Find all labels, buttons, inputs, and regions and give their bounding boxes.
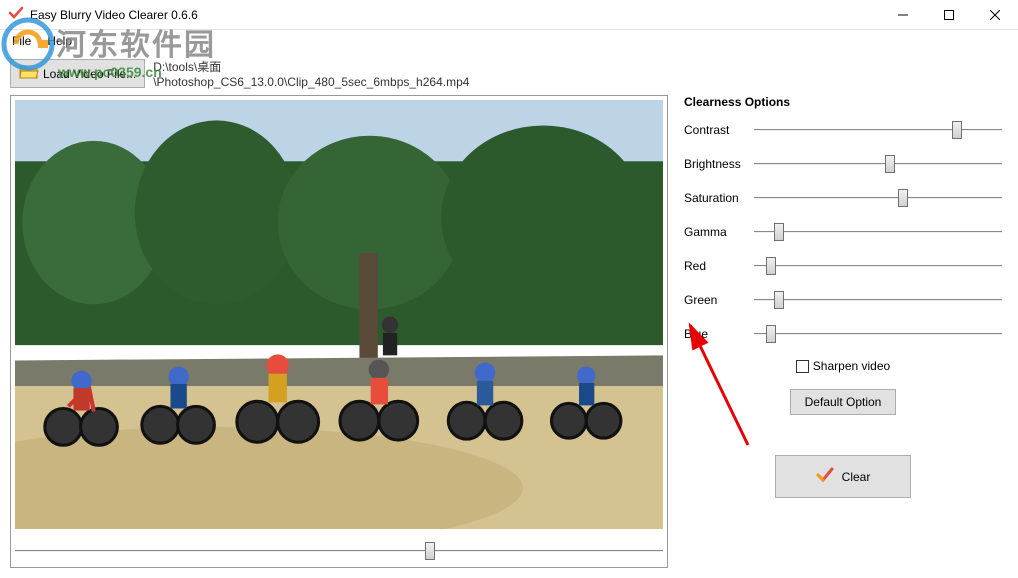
slider-thumb-green[interactable] (774, 291, 784, 309)
slider-label-contrast: Contrast (684, 123, 754, 137)
slider-thumb-blue[interactable] (766, 325, 776, 343)
slider-label-brightness: Brightness (684, 157, 754, 171)
toolbar: Load Video File... D:\tools\桌面 \Photosho… (0, 52, 1018, 95)
checkmark-icon (816, 466, 834, 487)
video-panel (10, 95, 668, 568)
slider-contrast: Contrast (684, 121, 1002, 139)
default-option-button[interactable]: Default Option (790, 389, 897, 415)
menu-help[interactable]: Help (39, 32, 80, 50)
timeline-slider[interactable] (15, 539, 663, 563)
slider-thumb-contrast[interactable] (952, 121, 962, 139)
sharpen-checkbox-label[interactable]: Sharpen video (796, 359, 890, 373)
clear-button[interactable]: Clear (775, 455, 912, 498)
path-line2: \Photoshop_CS6_13.0.0\Clip_480_5sec_6mbp… (153, 75, 469, 89)
slider-label-gamma: Gamma (684, 225, 754, 239)
slider-thumb-brightness[interactable] (885, 155, 895, 173)
video-preview (15, 100, 663, 529)
slider-blue: Blue (684, 325, 1002, 343)
slider-track-blue[interactable] (754, 325, 1002, 343)
slider-track-brightness[interactable] (754, 155, 1002, 173)
maximize-button[interactable] (926, 0, 972, 30)
window-controls (880, 0, 1018, 30)
slider-gamma: Gamma (684, 223, 1002, 241)
slider-label-red: Red (684, 259, 754, 273)
clear-label: Clear (842, 470, 871, 484)
slider-track-saturation[interactable] (754, 189, 1002, 207)
titlebar: Easy Blurry Video Clearer 0.6.6 (0, 0, 1018, 30)
slider-green: Green (684, 291, 1002, 309)
sharpen-checkbox[interactable] (796, 360, 809, 373)
timeline-thumb[interactable] (425, 542, 435, 560)
window-title: Easy Blurry Video Clearer 0.6.6 (30, 8, 880, 22)
slider-label-blue: Blue (684, 327, 754, 341)
menu-file[interactable]: File (4, 32, 39, 50)
slider-saturation: Saturation (684, 189, 1002, 207)
minimize-button[interactable] (880, 0, 926, 30)
slider-track-contrast[interactable] (754, 121, 1002, 139)
clearness-options-panel: Clearness Options Contrast Brightness Satu… (678, 95, 1008, 568)
app-icon (8, 5, 24, 24)
slider-thumb-saturation[interactable] (898, 189, 908, 207)
slider-red: Red (684, 257, 1002, 275)
slider-thumb-red[interactable] (766, 257, 776, 275)
main-content: Clearness Options Contrast Brightness Satu… (0, 95, 1018, 578)
video-frame (15, 100, 663, 529)
folder-icon (19, 64, 39, 83)
slider-track-green[interactable] (754, 291, 1002, 309)
options-title: Clearness Options (684, 95, 1002, 109)
load-video-button[interactable]: Load Video File... (10, 59, 145, 88)
video-path: D:\tools\桌面 \Photoshop_CS6_13.0.0\Clip_4… (153, 58, 469, 89)
slider-label-saturation: Saturation (684, 191, 754, 205)
close-button[interactable] (972, 0, 1018, 30)
sharpen-row: Sharpen video (684, 359, 1002, 373)
slider-thumb-gamma[interactable] (774, 223, 784, 241)
slider-label-green: Green (684, 293, 754, 307)
path-line1: D:\tools\桌面 (153, 58, 469, 75)
menubar: File Help (0, 30, 1018, 52)
slider-track-gamma[interactable] (754, 223, 1002, 241)
slider-brightness: Brightness (684, 155, 1002, 173)
load-video-label: Load Video File... (43, 67, 136, 81)
timeline-track (15, 550, 663, 552)
sharpen-text: Sharpen video (813, 359, 890, 373)
slider-track-red[interactable] (754, 257, 1002, 275)
